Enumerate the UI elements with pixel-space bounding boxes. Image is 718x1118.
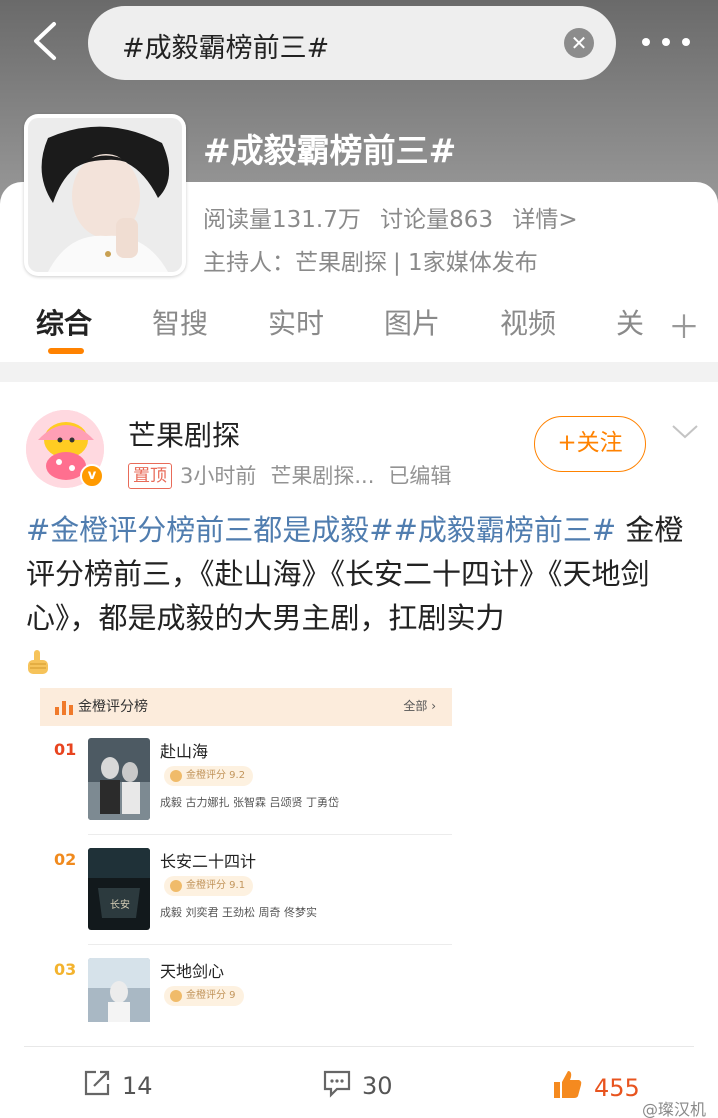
share-icon bbox=[84, 1070, 110, 1096]
more-options-button[interactable] bbox=[640, 24, 692, 60]
list-item[interactable]: 01 赴山海 金橙评分 9.2 成毅 古力娜扎 张智霖 吕颂贤 丁勇岱 bbox=[40, 734, 452, 844]
tab-comprehensive[interactable]: 综合 bbox=[36, 302, 92, 342]
discussion-count: 讨论量863 bbox=[380, 207, 494, 233]
divider bbox=[24, 1046, 694, 1047]
back-arrow-icon bbox=[34, 22, 56, 60]
close-icon: ✕ bbox=[570, 31, 588, 55]
verified-badge-icon: v bbox=[80, 464, 104, 488]
follow-button[interactable]: +关注 bbox=[534, 416, 646, 472]
tab-realtime[interactable]: 实时 bbox=[268, 302, 324, 342]
search-query[interactable]: #成毅霸榜前三# bbox=[122, 26, 329, 65]
tab-fade bbox=[640, 292, 670, 350]
hashtag-link[interactable]: #成毅霸榜前三# bbox=[394, 513, 617, 547]
tab-bar: 综合 智搜 实时 图片 视频 关 bbox=[0, 292, 718, 354]
rank-number: 03 bbox=[54, 960, 77, 979]
share-count: 14 bbox=[122, 1072, 153, 1100]
drama-poster bbox=[88, 738, 150, 820]
bar-chart-icon bbox=[55, 701, 73, 715]
more-dot-icon bbox=[642, 38, 650, 46]
cast-list: 成毅 刘奕君 王劲松 周奇 佟梦实 bbox=[160, 906, 317, 919]
topic-cover-image[interactable] bbox=[24, 114, 186, 276]
details-link[interactable]: 详情> bbox=[512, 207, 577, 233]
watermark: @璨汉机 bbox=[642, 1100, 707, 1118]
comment-icon bbox=[323, 1070, 351, 1098]
media-count: | 1家媒体发布 bbox=[393, 250, 538, 276]
post-menu-button[interactable] bbox=[670, 422, 700, 442]
portrait-photo bbox=[28, 118, 182, 272]
like-button[interactable]: 455 bbox=[552, 1068, 640, 1102]
edited-label: 已编辑 bbox=[388, 464, 452, 488]
ranking-all-link[interactable]: 全部 › bbox=[403, 697, 436, 714]
score-badge: 金橙评分 9.1 bbox=[164, 876, 254, 896]
host-name[interactable]: 主持人：芒果剧探 bbox=[203, 250, 387, 276]
ranking-title: 金橙评分榜 bbox=[78, 699, 148, 715]
share-button[interactable]: 14 bbox=[82, 1068, 153, 1100]
chevron-down-icon bbox=[672, 425, 698, 439]
ranking-image[interactable]: 金橙评分榜 全部 › 01 赴山海 金橙评分 9.2 成毅 古力娜扎 张智霖 吕… bbox=[40, 688, 452, 1022]
topic-host: 主持人：芒果剧探 | 1家媒体发布 bbox=[203, 243, 550, 277]
score-badge: 金橙评分 9.2 bbox=[164, 766, 254, 786]
tab-images[interactable]: 图片 bbox=[384, 302, 440, 342]
back-button[interactable] bbox=[26, 18, 66, 64]
more-dot-icon bbox=[682, 38, 690, 46]
drama-title: 天地剑心 bbox=[160, 962, 225, 981]
post-time: 3小时前 bbox=[180, 464, 257, 488]
comment-button[interactable]: 30 bbox=[322, 1068, 393, 1100]
topic-stats: 阅读量131.7万 讨论量863 详情> bbox=[203, 200, 590, 234]
drama-poster bbox=[88, 958, 150, 1022]
clear-search-button[interactable]: ✕ bbox=[564, 28, 594, 58]
list-item[interactable]: 03 天地剑心 金橙评分 9 bbox=[40, 954, 452, 1022]
rank-number: 01 bbox=[54, 740, 77, 759]
hashtag-link[interactable]: #金橙评分榜前三都是成毅# bbox=[26, 513, 394, 547]
divider bbox=[88, 944, 452, 945]
rank-number: 02 bbox=[54, 850, 77, 869]
tab-videos[interactable]: 视频 bbox=[500, 302, 556, 342]
topic-title: #成毅霸榜前三# bbox=[203, 131, 457, 170]
cast-list: 成毅 古力娜扎 张智霖 吕颂贤 丁勇岱 bbox=[160, 796, 339, 809]
post-body: #金橙评分榜前三都是成毅##成毅霸榜前三# 金橙评分榜前三，《赴山海》《长安二十… bbox=[26, 508, 706, 684]
post-source: 芒果剧探... bbox=[270, 464, 375, 488]
drama-title: 赴山海 bbox=[160, 742, 209, 761]
divider bbox=[88, 834, 452, 835]
like-thumb-icon bbox=[554, 1071, 582, 1098]
post-card: v 芒果剧探 置顶 3小时前 芒果剧探... 已编辑 +关注 #金橙评分榜前三都是成毅… bbox=[0, 382, 718, 1118]
ranking-header: 金橙评分榜 全部 › bbox=[40, 688, 452, 726]
like-count: 455 bbox=[594, 1074, 640, 1102]
score-badge: 金橙评分 9 bbox=[164, 986, 244, 1006]
add-tab-plus-icon[interactable]: ＋ bbox=[668, 302, 700, 348]
thumbs-up-emoji-icon bbox=[28, 650, 48, 674]
drama-poster: 长安 bbox=[88, 848, 150, 930]
list-item[interactable]: 02 长安 长安二十四计 金橙评分 9.1 成毅 刘奕君 王劲松 周奇 佟梦实 bbox=[40, 844, 452, 954]
drama-title: 长安二十四计 bbox=[160, 852, 257, 871]
tab-smart-search[interactable]: 智搜 bbox=[152, 302, 208, 342]
search-bar[interactable]: #成毅霸榜前三# ✕ bbox=[88, 6, 616, 80]
svg-text:长安: 长安 bbox=[110, 898, 130, 911]
active-tab-indicator bbox=[48, 348, 84, 354]
author-name[interactable]: 芒果剧探 bbox=[128, 414, 240, 454]
post-meta: 置顶 3小时前 芒果剧探... 已编辑 bbox=[128, 460, 451, 490]
more-dot-icon bbox=[662, 38, 670, 46]
comment-count: 30 bbox=[362, 1072, 393, 1100]
pinned-badge: 置顶 bbox=[128, 463, 172, 489]
read-count: 阅读量131.7万 bbox=[203, 207, 361, 233]
